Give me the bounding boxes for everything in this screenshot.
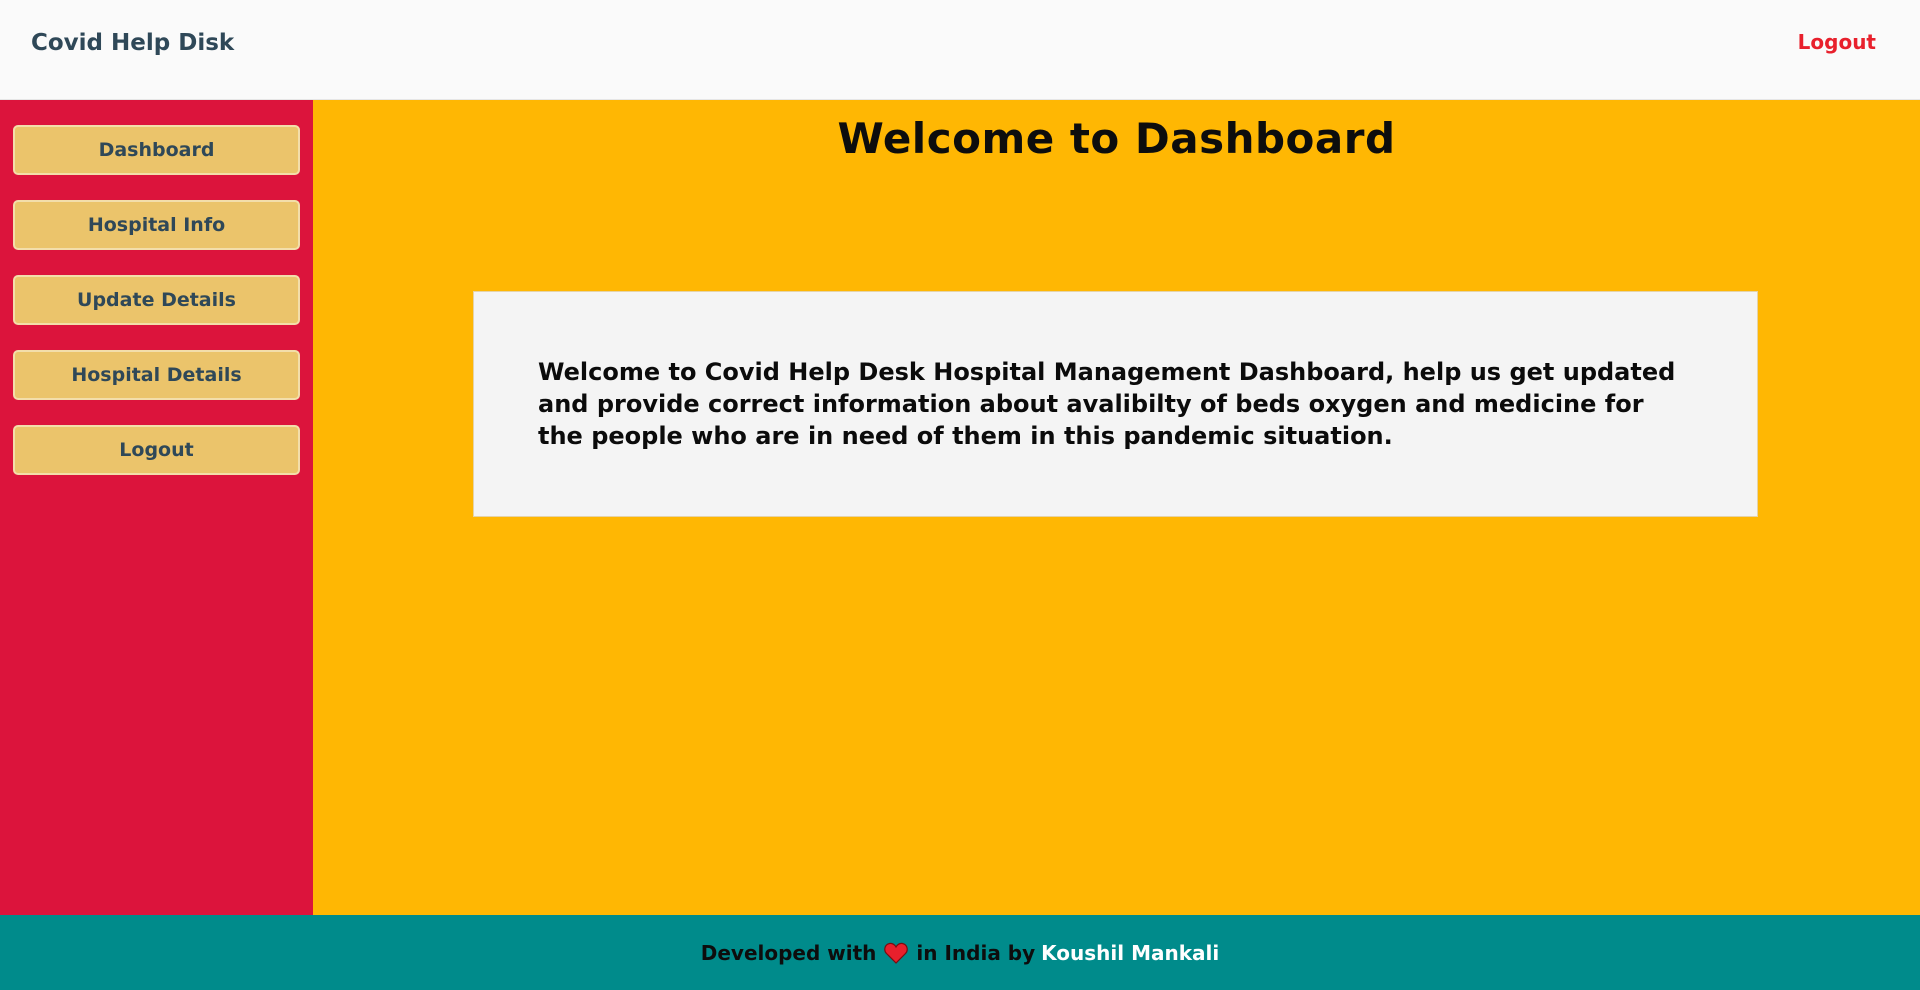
main-content: Welcome to Dashboard Welcome to Covid He… [313, 100, 1920, 915]
header-logout-link[interactable]: Logout [1798, 30, 1876, 54]
sidebar: Dashboard Hospital Info Update Details H… [0, 100, 313, 915]
sidebar-item-hospital-info[interactable]: Hospital Info [13, 200, 300, 250]
heart-icon [884, 942, 909, 964]
footer: Developed with in India by Koushil Manka… [0, 915, 1920, 990]
welcome-message: Welcome to Covid Help Desk Hospital Mana… [538, 358, 1676, 450]
footer-prefix-text: Developed with [700, 940, 877, 965]
footer-middle-text: in India by [916, 940, 1036, 965]
top-navbar: Covid Help Disk Logout [0, 0, 1920, 100]
sidebar-item-dashboard[interactable]: Dashboard [13, 125, 300, 175]
brand-logo-link[interactable]: Covid Help Disk [31, 30, 234, 56]
footer-author-link[interactable]: Koushil Mankali [1041, 941, 1219, 965]
welcome-card: Welcome to Covid Help Desk Hospital Mana… [473, 291, 1758, 517]
page-title: Welcome to Dashboard [837, 114, 1396, 163]
sidebar-item-update-details[interactable]: Update Details [13, 275, 300, 325]
sidebar-item-hospital-details[interactable]: Hospital Details [13, 350, 300, 400]
sidebar-item-logout[interactable]: Logout [13, 425, 300, 475]
